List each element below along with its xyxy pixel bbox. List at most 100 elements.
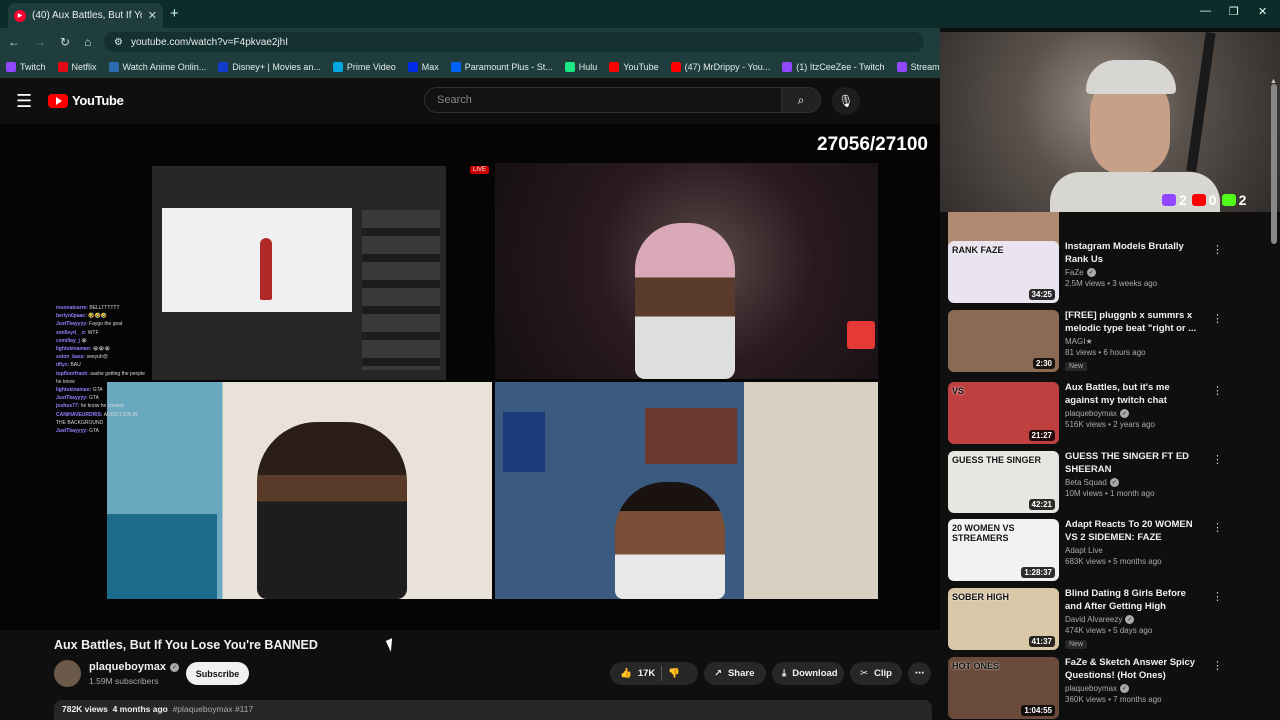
bookmark-item[interactable]: (47) MrDrippy - You... [670, 62, 771, 72]
recommended-channel[interactable]: plaqueboymax ✓ [1065, 409, 1130, 418]
forward-arrow-icon[interactable]: → [34, 35, 46, 49]
clip-label: Clip [873, 668, 892, 679]
chat-message: 😭😭😭 [92, 346, 111, 353]
logo-text: YouTube [72, 93, 124, 108]
youtube-logo[interactable]: YouTube [48, 93, 124, 108]
recommended-video-title[interactable]: Blind Dating 8 Girls Before and After Ge… [1065, 588, 1205, 613]
dislike-icon[interactable]: 👎 [668, 668, 680, 679]
subscribe-button[interactable]: Subscribe [186, 662, 249, 685]
recommended-video-title[interactable]: [FREE] pluggnb x summrs x melodic type b… [1065, 310, 1205, 335]
youtube-icon [1191, 194, 1206, 206]
close-window-icon[interactable]: ✕ [1258, 5, 1267, 18]
clip-button[interactable]: ✂ Clip [850, 662, 902, 685]
bookmark-item[interactable]: YouTube [609, 62, 659, 72]
voice-search-button[interactable]: 🎙 [832, 87, 860, 115]
recommended-video-title[interactable]: Adapt Reacts To 20 WOMEN VS 2 SIDEMEN: F… [1065, 519, 1205, 544]
bookmark-item[interactable]: Disney+ | Movies an... [218, 62, 321, 72]
bookmark-item[interactable]: Prime Video [332, 62, 396, 72]
maximize-window-icon[interactable]: ❐ [1229, 5, 1239, 18]
home-icon[interactable]: ⌂ [84, 35, 91, 49]
bookmark-item[interactable]: Max [407, 62, 439, 72]
recommended-video-title[interactable]: Aux Battles, but it's me against my twit… [1065, 382, 1205, 407]
close-tab-icon[interactable]: ✕ [148, 9, 157, 22]
video-thumbnail[interactable]: SOBER HIGH 41:37 [948, 588, 1059, 650]
video-thumbnail[interactable]: VS 21:27 [948, 382, 1059, 444]
reload-icon[interactable]: ↻ [60, 35, 70, 49]
video-thumbnail[interactable]: GUESS THE SINGER 42:21 [948, 451, 1059, 513]
hashtags[interactable]: #plaqueboymax #117 [173, 704, 254, 714]
chat-username: JustTkayyyy: [56, 321, 88, 328]
video-options-icon[interactable]: ⋮ [1212, 453, 1223, 466]
bookmark-item[interactable]: Hulu [564, 62, 597, 72]
recommended-channel[interactable]: David Alvareezy ✓ [1065, 615, 1135, 624]
bookmark-item[interactable]: (1) ItzCeeZee - Twitch [782, 62, 885, 72]
recommended-video-title[interactable]: FaZe & Sketch Answer Spicy Questions! (H… [1065, 657, 1205, 682]
microphone-icon: 🎙 [838, 94, 854, 108]
channel-name[interactable]: plaqueboymax ✓ [89, 661, 180, 673]
more-actions-button[interactable]: ⋯ [908, 662, 931, 685]
recommended-channel[interactable]: plaqueboymax ✓ [1065, 684, 1130, 693]
video-options-icon[interactable]: ⋮ [1212, 243, 1223, 256]
streamer-figure [635, 223, 735, 379]
bookmark-item[interactable]: Netflix [57, 62, 97, 72]
bookmark-item[interactable]: Paramount Plus - St... [450, 62, 553, 72]
video-options-icon[interactable]: ⋮ [1212, 521, 1223, 534]
minimize-window-icon[interactable]: — [1200, 5, 1211, 17]
download-button[interactable]: ⤓ Download [772, 662, 844, 685]
video-options-icon[interactable]: ⋮ [1212, 384, 1223, 397]
menu-icon[interactable]: ☰ [16, 91, 32, 112]
recommended-channel[interactable]: Beta Squad ✓ [1065, 478, 1119, 487]
bookmark-favicon-icon [670, 62, 681, 72]
bookmark-favicon-icon [450, 62, 461, 72]
recommended-channel[interactable]: Adapt Live [1065, 546, 1103, 555]
chat-username: JustTkayyyy: [56, 428, 88, 435]
chat-username: smilleyd__o: [56, 329, 87, 336]
recommended-video-card[interactable]: HOT ONES 1:04:55 FaZe & Sketch Answer Spic… [948, 657, 1272, 719]
recommended-video-card[interactable]: SOBER HIGH 41:37 Blind Dating 8 Girls Befo… [948, 588, 1272, 650]
browser-tab-strip: ▶ (40) Aux Battles, But If You ✕ + — ❐ ✕ [0, 0, 1280, 28]
like-count[interactable]: 17K [638, 668, 655, 679]
channel-avatar[interactable] [54, 660, 81, 687]
youtube-header: ☰ YouTube Search ⌕ 🎙 [0, 78, 940, 124]
bookmark-favicon-icon [108, 62, 119, 72]
bookmark-label: Paramount Plus - St... [464, 62, 553, 72]
like-icon[interactable]: 👍 [620, 668, 632, 679]
video-options-icon[interactable]: ⋮ [1212, 312, 1223, 325]
bookmark-item[interactable]: Watch Anime Onlin... [108, 62, 206, 72]
search-button[interactable]: ⌕ [781, 87, 821, 113]
browser-tab-active[interactable]: ▶ (40) Aux Battles, But If You ✕ [8, 3, 163, 28]
bookmark-item[interactable]: Stream Manager [896, 62, 940, 72]
new-tab-button[interactable]: + [170, 5, 179, 22]
video-thumbnail[interactable]: 20 WOMEN VS STREAMERS 1:28:37 [948, 519, 1059, 581]
tab-title: (40) Aux Battles, But If You [32, 10, 142, 21]
video-options-icon[interactable]: ⋮ [1212, 659, 1223, 672]
recommended-video-card[interactable]: GUESS THE SINGER 42:21 GUESS THE SINGER FT… [948, 451, 1272, 513]
recommended-channel[interactable]: MAGI★ [1065, 337, 1093, 346]
recommended-channel-name: Beta Squad [1065, 478, 1107, 487]
search-input[interactable]: Search [424, 87, 782, 113]
bookmark-label: (47) MrDrippy - You... [684, 62, 771, 72]
description-box[interactable]: 782K views 4 months ago #plaqueboymax #1… [54, 700, 932, 720]
video-options-icon[interactable]: ⋮ [1212, 590, 1223, 603]
back-arrow-icon[interactable]: ← [8, 35, 20, 49]
video-thumbnail[interactable]: HOT ONES 1:04:55 [948, 657, 1059, 719]
recommended-channel[interactable]: FaZe ✓ [1065, 268, 1096, 277]
fish-tank [107, 514, 217, 599]
address-bar[interactable]: ⚙ youtube.com/watch?v=F4pkvae2jhI [104, 32, 924, 52]
recommended-video-card[interactable]: RANK FAZE 34:25 Instagram Models Brutally … [948, 241, 1272, 303]
chat-username: csmillay_j [56, 337, 80, 344]
bookmark-favicon-icon [218, 62, 229, 72]
video-thumbnail[interactable]: 2:30 [948, 310, 1059, 372]
recommended-video-card[interactable]: VS 21:27 Aux Battles, but it's me against … [948, 382, 1272, 444]
video-player[interactable]: 27056/27100 LIVE resonatearre: BELLTTTTT… [0, 124, 940, 630]
recommended-video-title[interactable]: Instagram Models Brutally Rank Us [1065, 241, 1205, 266]
recommended-video-title[interactable]: GUESS THE SINGER FT ED SHEERAN [1065, 451, 1205, 476]
site-info-icon[interactable]: ⚙ [114, 37, 123, 48]
recommended-video-card[interactable]: 20 WOMEN VS STREAMERS 1:28:37 Adapt Reacts… [948, 519, 1272, 581]
bookmark-item[interactable]: Twitch [6, 62, 46, 72]
page-scrollbar[interactable] [1271, 84, 1277, 244]
recommended-video-card[interactable]: 2:30 [FREE] pluggnb x summrs x melodic ty… [948, 310, 1272, 372]
video-thumbnail[interactable]: RANK FAZE 34:25 [948, 241, 1059, 303]
share-button[interactable]: ↗ Share [704, 662, 766, 685]
recommended-channel-name: plaqueboymax [1065, 684, 1118, 693]
